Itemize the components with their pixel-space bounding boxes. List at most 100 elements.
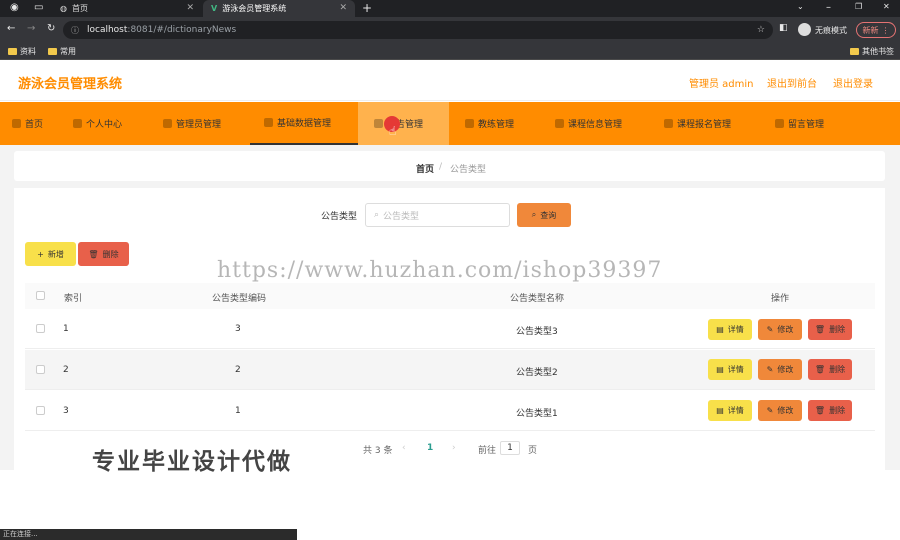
row-checkbox[interactable]: [36, 406, 45, 415]
detail-label: 详情: [727, 365, 744, 374]
star-icon[interactable]: ☆: [757, 25, 765, 35]
cell-index: 1: [63, 324, 69, 334]
plus-icon: +: [37, 249, 44, 259]
window-icon[interactable]: ▭: [34, 2, 43, 13]
more-icon: ⋮: [881, 25, 890, 35]
forward-icon[interactable]: →: [27, 23, 35, 34]
nav-item-courses[interactable]: 课程信息管理: [555, 102, 622, 145]
nav-item-home[interactable]: 首页: [12, 102, 43, 145]
tab-home[interactable]: ◍ 首页 ✕: [52, 0, 202, 17]
bookmark-folder[interactable]: 资料: [8, 46, 36, 57]
header-name: 公告类型名称: [510, 294, 565, 304]
batch-delete-button[interactable]: 🗑 删除: [78, 242, 129, 266]
globe-icon: ◍: [60, 4, 67, 13]
search-label: 公告类型: [321, 212, 358, 222]
bookmark-folder[interactable]: 常用: [48, 46, 76, 57]
sidebar-icon[interactable]: ◧: [779, 23, 788, 33]
nav-item-messages[interactable]: 留言管理: [775, 102, 824, 145]
nav-label: 教练管理: [478, 120, 515, 130]
nav-item-notices[interactable]: 公告管理: [358, 102, 449, 145]
delete-button[interactable]: 🗑 删除: [808, 319, 852, 340]
delete-button[interactable]: 🗑 删除: [808, 359, 852, 380]
detail-button[interactable]: ▤ 详情: [708, 359, 752, 380]
close-icon[interactable]: ✕: [339, 3, 347, 13]
goto-label: 前往: [478, 446, 497, 456]
folder-icon: [48, 48, 57, 55]
close-icon[interactable]: ✕: [186, 3, 194, 13]
tab-active[interactable]: V 游泳会员管理系统 ✕: [203, 0, 355, 17]
other-bookmarks[interactable]: 其他书签: [850, 46, 894, 57]
course-icon: [555, 119, 564, 128]
search-icon: ⌕: [374, 210, 380, 220]
header-code: 公告类型编码: [212, 294, 267, 304]
nav-item-profile[interactable]: 个人中心: [73, 102, 122, 145]
select-all-checkbox[interactable]: [36, 291, 45, 300]
back-icon[interactable]: ←: [7, 23, 15, 34]
query-button[interactable]: ⌕ 查询: [517, 203, 571, 227]
nav-label: 留言管理: [788, 120, 825, 130]
detail-label: 详情: [727, 406, 744, 415]
incognito-icon: [798, 23, 811, 36]
restore-icon[interactable]: ❐: [855, 2, 862, 11]
next-page-icon[interactable]: ›: [452, 443, 456, 453]
coach-icon: [465, 119, 474, 128]
edit-button[interactable]: ✎ 修改: [758, 359, 802, 380]
page-number[interactable]: 1: [427, 443, 433, 453]
update-button[interactable]: 新新 ⋮: [856, 22, 896, 38]
edit-icon: ✎: [766, 325, 774, 334]
url-path: :8081/#/dictionaryNews: [127, 25, 237, 35]
nav-label: 基础数据管理: [277, 119, 332, 129]
nav-label: 课程信息管理: [568, 120, 623, 130]
edit-button[interactable]: ✎ 修改: [758, 400, 802, 421]
app-header: [0, 61, 900, 101]
cell-name: 公告类型1: [516, 409, 558, 419]
delete-label: 删除: [829, 325, 846, 334]
reload-icon[interactable]: ↻: [47, 23, 55, 34]
nav-item-admins[interactable]: 管理员管理: [163, 102, 221, 145]
detail-button[interactable]: ▤ 详情: [708, 400, 752, 421]
cell-name: 公告类型3: [516, 327, 558, 337]
query-label: 查询: [540, 210, 557, 220]
minimize-icon[interactable]: –: [826, 2, 831, 13]
logout-link[interactable]: 退出登录: [833, 75, 873, 90]
detail-button[interactable]: ▤ 详情: [708, 319, 752, 340]
app-title: 游泳会员管理系统: [18, 77, 123, 92]
bookmark-label: 其他书签: [862, 47, 894, 56]
cell-code: 1: [235, 406, 241, 416]
window-close-icon[interactable]: ✕: [883, 2, 890, 11]
edit-icon: ✎: [766, 365, 774, 374]
message-icon: [775, 119, 784, 128]
row-checkbox[interactable]: [36, 324, 45, 333]
back-to-frontend-link[interactable]: 退出到前台: [767, 75, 817, 90]
detail-label: 详情: [727, 325, 744, 334]
bookmark-label: 资料: [20, 47, 36, 56]
doc-icon: ▤: [716, 325, 724, 334]
edit-label: 修改: [777, 365, 794, 374]
prev-page-icon[interactable]: ‹: [402, 443, 406, 453]
edit-icon: ✎: [766, 406, 774, 415]
edit-button[interactable]: ✎ 修改: [758, 319, 802, 340]
home-icon: [12, 119, 21, 128]
browser-menu-icon[interactable]: ◉: [10, 2, 19, 13]
row-checkbox[interactable]: [36, 365, 45, 374]
admin-user-link[interactable]: 管理员 admin: [689, 75, 754, 90]
chevron-down-icon[interactable]: ⌄: [797, 2, 804, 11]
data-icon: [264, 118, 273, 127]
goto-page-input[interactable]: 1: [500, 441, 520, 455]
enroll-icon: [664, 119, 673, 128]
delete-button[interactable]: 🗑 删除: [808, 400, 852, 421]
new-tab-icon[interactable]: +: [362, 1, 372, 15]
nav-item-coaches[interactable]: 教练管理: [465, 102, 514, 145]
search-input[interactable]: ⌕ 公告类型: [365, 203, 510, 227]
breadcrumb-home[interactable]: 首页: [416, 162, 434, 175]
add-button[interactable]: + 新增: [25, 242, 76, 266]
doc-icon: ▤: [716, 406, 724, 415]
profile-label[interactable]: 无痕模式: [815, 25, 847, 36]
pointer-icon: ☝: [389, 124, 397, 138]
nav-item-enrollment[interactable]: 课程报名管理: [664, 102, 731, 145]
cell-index: 2: [63, 365, 69, 375]
nav-item-basic-data[interactable]: 基础数据管理: [250, 102, 358, 145]
url-field[interactable]: ⓘ localhost:8081/#/dictionaryNews ☆: [63, 21, 773, 39]
edit-label: 修改: [777, 325, 794, 334]
user-icon: [73, 119, 82, 128]
